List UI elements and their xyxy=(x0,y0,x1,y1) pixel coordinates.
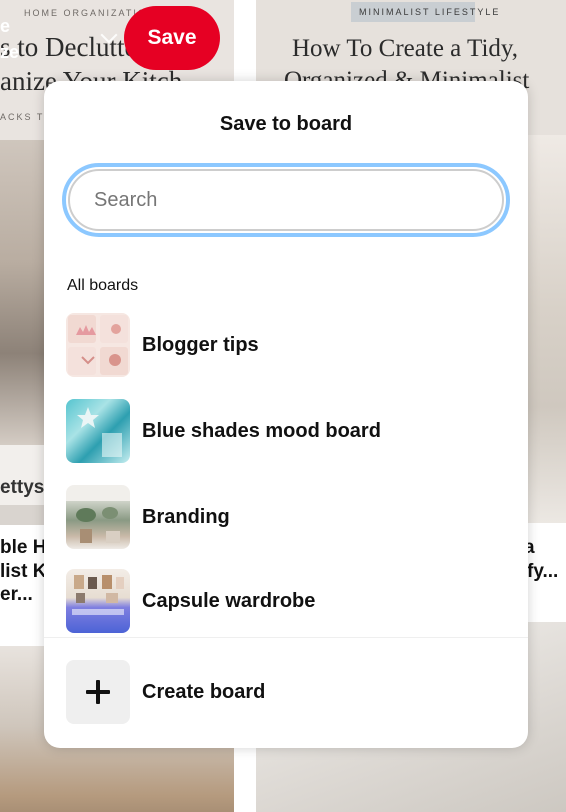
board-name: Branding xyxy=(142,505,230,528)
board-item-capsule-wardrobe[interactable]: Capsule wardrobe xyxy=(66,568,506,634)
search-input[interactable] xyxy=(68,169,504,231)
pin-overlay-text: ze xyxy=(0,42,20,62)
board-name: Blogger tips xyxy=(142,333,259,356)
starfish-icon xyxy=(77,407,122,457)
pin-caption: ettys xyxy=(0,477,45,498)
board-item-branding[interactable]: Branding xyxy=(66,484,506,550)
pin-description: fy... xyxy=(527,561,559,582)
board-item-blue-shades[interactable]: Blue shades mood board xyxy=(66,398,506,464)
create-board-button[interactable]: Create board xyxy=(66,660,506,724)
plant-icon xyxy=(76,507,120,543)
board-thumbnail xyxy=(66,485,130,549)
divider xyxy=(44,637,528,638)
board-thumbnail xyxy=(66,399,130,463)
pinterest-feed: HOME ORGANIZATION s to Declutter and ani… xyxy=(0,0,566,812)
pin-overlay-text: e xyxy=(0,16,11,36)
plus-icon xyxy=(66,660,130,724)
search-focus-ring xyxy=(62,163,510,237)
section-label: All boards xyxy=(67,277,139,294)
popup-title: Save to board xyxy=(219,113,353,135)
wardrobe-icon xyxy=(72,575,124,615)
board-name: Blue shades mood board xyxy=(142,419,381,442)
board-thumbnail xyxy=(66,569,130,633)
pin-title-line: How To Create a Tidy, xyxy=(292,35,519,62)
board-thumbnail xyxy=(66,313,130,377)
save-to-board-popup: Save to board All boards Blogger tips xyxy=(44,81,528,748)
crown-icon xyxy=(76,324,121,366)
board-item-blogger-tips[interactable]: Blogger tips xyxy=(66,312,506,378)
pin-tag: MINIMALIST LIFESTYLE xyxy=(359,7,501,17)
board-name: Capsule wardrobe xyxy=(142,589,316,612)
create-board-label: Create board xyxy=(142,680,266,703)
save-button[interactable]: Save xyxy=(124,6,220,70)
pin-description: er... xyxy=(0,584,33,605)
pin-description: list K xyxy=(0,561,47,582)
